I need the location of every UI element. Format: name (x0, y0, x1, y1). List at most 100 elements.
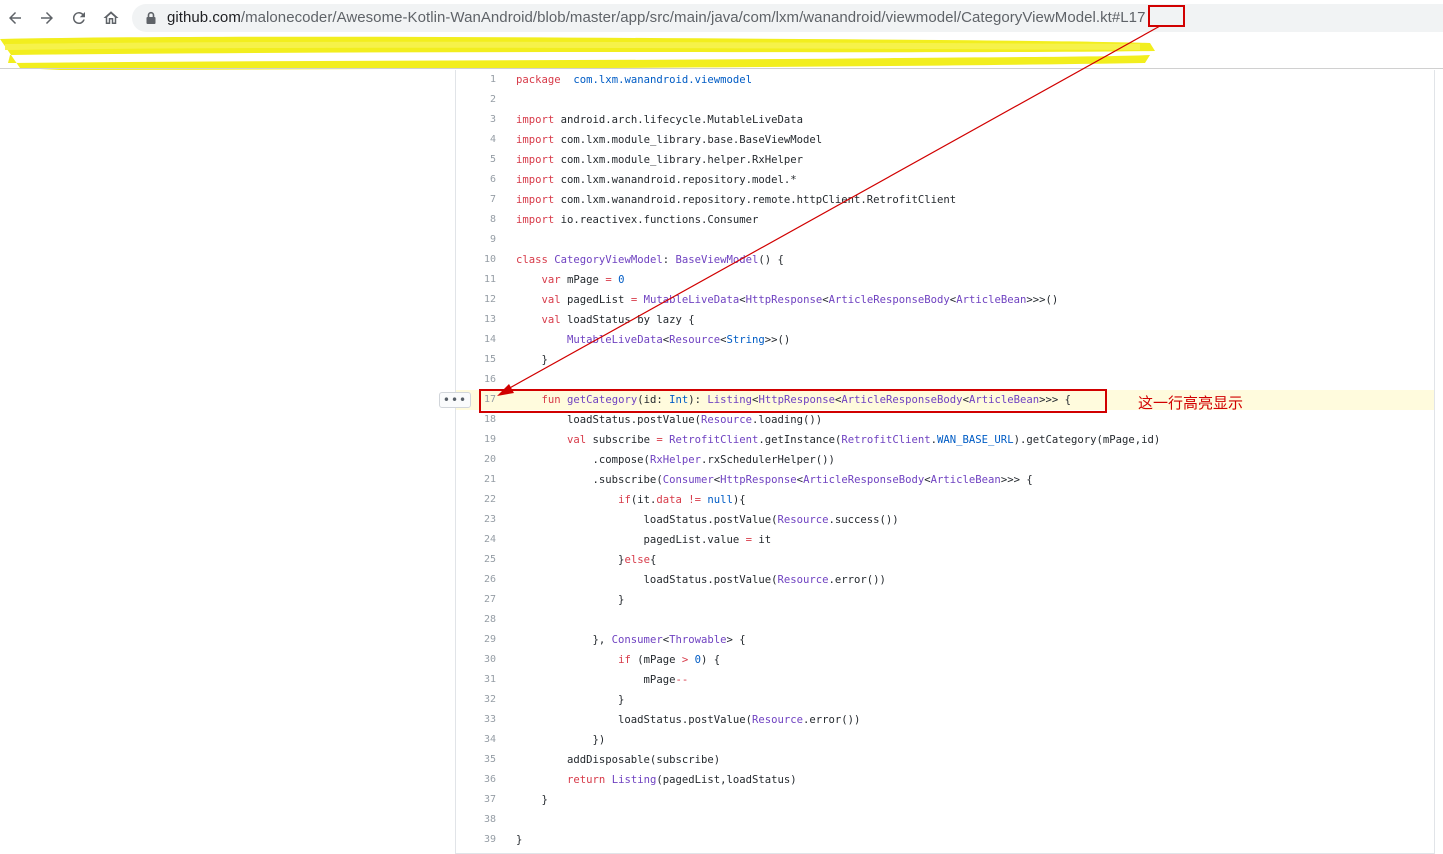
line-code: loadStatus.postValue(Resource.loading()) (516, 410, 822, 430)
line-number[interactable]: 6 (456, 170, 496, 190)
line-number[interactable]: 33 (456, 710, 496, 730)
line-number[interactable]: 23 (456, 510, 496, 530)
reload-button[interactable] (67, 6, 91, 30)
line-number[interactable]: 39 (456, 830, 496, 850)
code-line: 22 if(it.data != null){ (456, 490, 1434, 510)
line-number[interactable]: 7 (456, 190, 496, 210)
code-line: 3 import android.arch.lifecycle.MutableLi… (456, 110, 1434, 130)
line-number[interactable]: 37 (456, 790, 496, 810)
code-line: 37 } (456, 790, 1434, 810)
line-number[interactable]: 20 (456, 450, 496, 470)
line-number[interactable]: 12 (456, 290, 496, 310)
line-number[interactable]: 3 (456, 110, 496, 130)
line-number[interactable]: 11 (456, 270, 496, 290)
line-number[interactable]: 31 (456, 670, 496, 690)
line-code: mPage-- (516, 670, 689, 690)
line-number[interactable]: 35 (456, 750, 496, 770)
line-number[interactable]: 8 (456, 210, 496, 230)
code-token: Resource (669, 334, 721, 346)
line-number[interactable]: 34 (456, 730, 496, 750)
line-number[interactable]: 27 (456, 590, 496, 610)
code-token: }) (516, 734, 606, 746)
line-number[interactable]: 26 (456, 570, 496, 590)
code-token: ) { (701, 654, 721, 666)
code-token: ArticleResponseBody (828, 294, 950, 306)
url-text: github.com/malonecoder/Awesome-Kotlin-Wa… (167, 9, 1145, 27)
code-token: loadStatus.postValue( (516, 514, 778, 526)
code-token: .subscribe( (516, 474, 663, 486)
code-token: ArticleResponseBody (803, 474, 925, 486)
code-token: android.arch.lifecycle.MutableLiveData (554, 114, 804, 126)
line-number[interactable]: 38 (456, 810, 496, 830)
url-path: /malonecoder/Awesome-Kotlin-WanAndroid/b… (240, 9, 1112, 26)
line-number[interactable]: 18 (456, 410, 496, 430)
line-code: import com.lxm.wanandroid.repository.mod… (516, 170, 797, 190)
forward-button[interactable] (35, 6, 59, 30)
code-line: 13 val loadStatus by lazy { (456, 310, 1434, 330)
code-token: >>>() (1026, 294, 1059, 306)
code-line: 31 mPage-- (456, 670, 1434, 690)
code-token: io.reactivex.functions.Consumer (554, 214, 759, 226)
code-line: 25 }else{ (456, 550, 1434, 570)
code-line: 6 import com.lxm.wanandroid.repository.mo… (456, 170, 1434, 190)
line-options-button[interactable]: ••• (439, 392, 471, 408)
home-button[interactable] (99, 6, 123, 30)
code-token: addDisposable(subscribe) (516, 754, 721, 766)
code-line: 10 class CategoryViewModel: BaseViewModel… (456, 250, 1434, 270)
code-token: (mPage (630, 654, 682, 666)
code-token: .error()) (828, 574, 886, 586)
line-code: } (516, 590, 624, 610)
code-line: 26 loadStatus.postValue(Resource.error()… (456, 570, 1434, 590)
code-line: 32 } (456, 690, 1434, 710)
line-number[interactable]: 13 (456, 310, 496, 330)
code-token: RetrofitClient (669, 434, 759, 446)
line-number[interactable]: 21 (456, 470, 496, 490)
code-line: 27 } (456, 590, 1434, 610)
code-token: } (516, 554, 625, 566)
code-token: val (541, 294, 561, 306)
back-button[interactable] (3, 6, 27, 30)
line-number[interactable]: 32 (456, 690, 496, 710)
line-number[interactable]: 10 (456, 250, 496, 270)
line-number[interactable]: 16 (456, 370, 496, 390)
line-number[interactable]: 14 (456, 330, 496, 350)
code-token: Listing (611, 774, 657, 786)
address-bar[interactable]: github.com/malonecoder/Awesome-Kotlin-Wa… (132, 4, 1443, 32)
code-token: mPage (516, 674, 676, 686)
line-number[interactable]: 30 (456, 650, 496, 670)
code-token: Resource (777, 514, 829, 526)
code-token: HttpResponse (720, 474, 797, 486)
code-token: com.lxm.module_library.base.BaseViewMode… (554, 134, 823, 146)
line-number[interactable]: 24 (456, 530, 496, 550)
line-number[interactable]: 1 (456, 70, 496, 90)
code-token: } (516, 594, 625, 606)
line-code: pagedList.value = it (516, 530, 772, 550)
line-number[interactable]: 25 (456, 550, 496, 570)
code-token: Consumer (611, 634, 663, 646)
line-number[interactable]: 15 (456, 350, 496, 370)
line-number[interactable]: 28 (456, 610, 496, 630)
code-token: null (707, 494, 733, 506)
line-code: } (516, 790, 548, 810)
code-token: import (516, 194, 555, 206)
line-code: class CategoryViewModel: BaseViewModel()… (516, 250, 784, 270)
line-number[interactable]: 36 (456, 770, 496, 790)
line-number[interactable]: 29 (456, 630, 496, 650)
line-code: return Listing(pagedList,loadStatus) (516, 770, 797, 790)
line-number[interactable]: 4 (456, 130, 496, 150)
line-code: }, Consumer<Throwable> { (516, 630, 746, 650)
line-number[interactable]: 19 (456, 430, 496, 450)
line-number[interactable]: 9 (456, 230, 496, 250)
code-token: Resource (777, 574, 829, 586)
line-number[interactable]: 22 (456, 490, 496, 510)
code-token: if (618, 654, 631, 666)
code-token: .getInstance( (758, 434, 842, 446)
line-number[interactable]: 5 (456, 150, 496, 170)
line-code: val pagedList = MutableLiveData<HttpResp… (516, 290, 1059, 310)
code-line: 30 if (mPage > 0) { (456, 650, 1434, 670)
line-number[interactable]: 2 (456, 90, 496, 110)
